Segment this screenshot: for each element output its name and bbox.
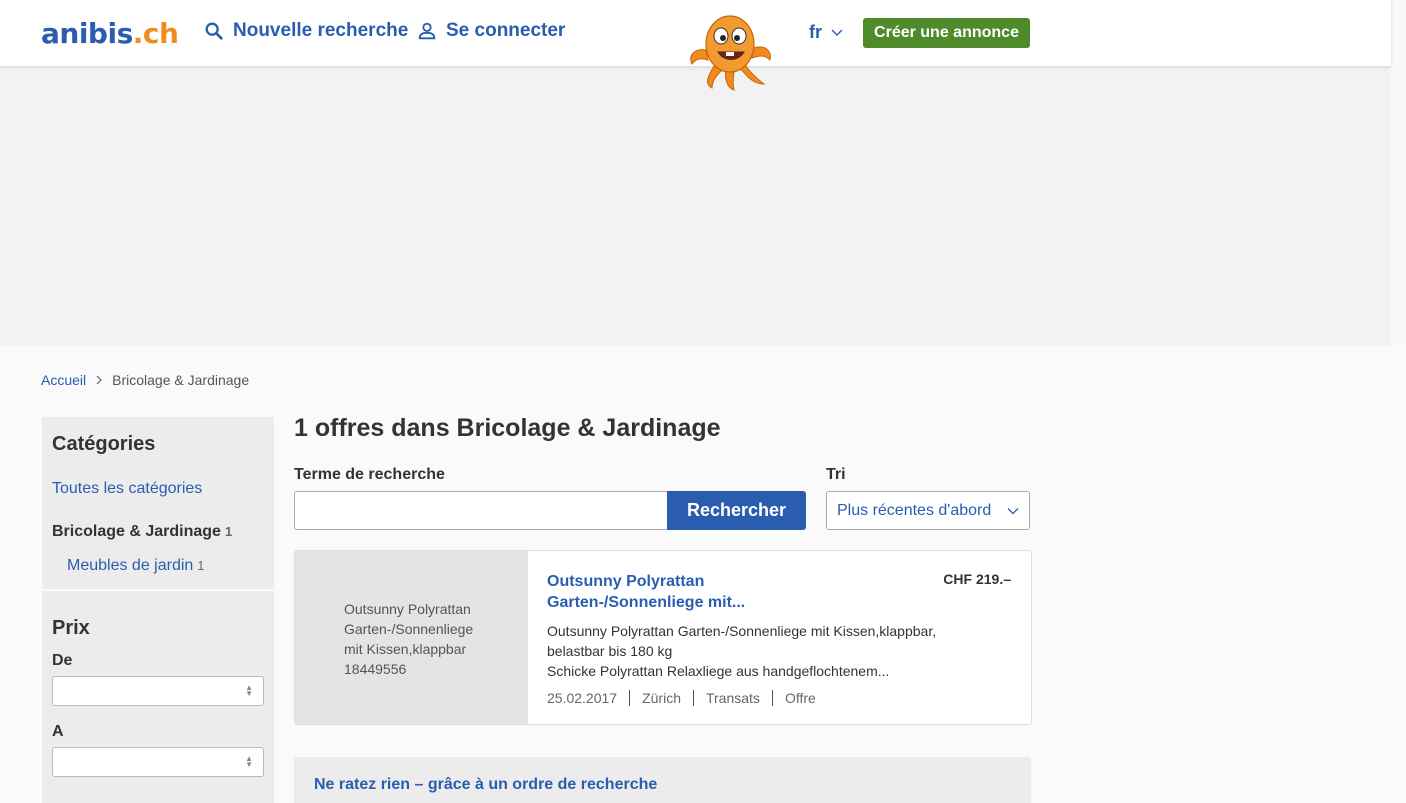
- price-from-input[interactable]: ▲ ▼: [52, 676, 264, 706]
- search-icon: [205, 22, 223, 40]
- subcategory-garden-furniture-link[interactable]: Meubles de jardin 1: [67, 557, 205, 575]
- spinner-icon[interactable]: ▲ ▼: [245, 755, 253, 769]
- search-alert-promo: Ne ratez rien – grâce à un ordre de rech…: [294, 757, 1031, 803]
- anibis-logo[interactable]: anibis.ch: [41, 17, 179, 50]
- listing-title[interactable]: Outsunny Polyrattan Garten-/Sonnenliege …: [547, 571, 777, 613]
- listing-meta: 25.02.2017 Zürich Transats Offre: [547, 690, 828, 706]
- breadcrumb: Accueil Bricolage & Jardinage: [41, 372, 249, 388]
- listing-type: Offre: [771, 690, 828, 706]
- user-icon: [418, 22, 436, 40]
- listing-card[interactable]: Outsunny Polyrattan Garten-/Sonnenliege …: [294, 550, 1032, 725]
- octopus-mascot-icon: [690, 15, 771, 91]
- login-link[interactable]: Se connecter: [416, 20, 565, 42]
- results-title: 1 offres dans Bricolage & Jardinage: [294, 414, 721, 442]
- spinner-icon[interactable]: ▲ ▼: [245, 684, 253, 698]
- price-to-input[interactable]: ▲ ▼: [52, 747, 264, 777]
- category-bricolage[interactable]: Bricolage & Jardinage 1: [52, 523, 232, 541]
- listing-location: Zürich: [629, 690, 693, 706]
- price-heading: Prix: [52, 617, 90, 639]
- listing-price: CHF 219.–: [943, 571, 1011, 587]
- search-term-label: Terme de recherche: [294, 466, 445, 483]
- ad-banner-area: [0, 66, 1391, 346]
- sort-select[interactable]: Plus récentes d'abord: [826, 491, 1030, 530]
- breadcrumb-home-link[interactable]: Accueil: [41, 372, 86, 388]
- chevron-down-icon: [831, 29, 843, 36]
- search-input[interactable]: [294, 491, 668, 530]
- create-ad-button[interactable]: Créer une annonce: [863, 18, 1030, 48]
- sidebar-divider: [42, 589, 274, 591]
- filter-sidebar: Catégories Toutes les catégories Bricola…: [42, 417, 274, 803]
- all-categories-link[interactable]: Toutes les catégories: [52, 480, 202, 498]
- search-button[interactable]: Rechercher: [667, 491, 806, 530]
- breadcrumb-current: Bricolage & Jardinage: [112, 372, 250, 388]
- listing-description: Outsunny Polyrattan Garten-/Sonnenliege …: [547, 623, 937, 679]
- chevron-right-icon: [96, 375, 103, 385]
- price-from-label: De: [52, 652, 73, 669]
- price-to-label: A: [52, 723, 64, 740]
- chevron-down-icon: [1007, 508, 1019, 515]
- sort-label: Tri: [826, 466, 846, 483]
- subcategory-count: 1: [197, 558, 205, 573]
- listing-image[interactable]: Outsunny Polyrattan Garten-/Sonnenliege …: [295, 551, 528, 724]
- listing-category: Transats: [692, 690, 772, 706]
- listing-date: 25.02.2017: [547, 690, 618, 706]
- language-selector[interactable]: fr: [809, 22, 844, 43]
- categories-heading: Catégories: [52, 433, 156, 455]
- listing-image-alt: Outsunny Polyrattan Garten-/Sonnenliege …: [344, 601, 474, 677]
- new-search-link[interactable]: Nouvelle recherche: [203, 20, 408, 42]
- category-count: 1: [224, 524, 233, 539]
- search-alert-link[interactable]: Ne ratez rien – grâce à un ordre de rech…: [314, 776, 657, 794]
